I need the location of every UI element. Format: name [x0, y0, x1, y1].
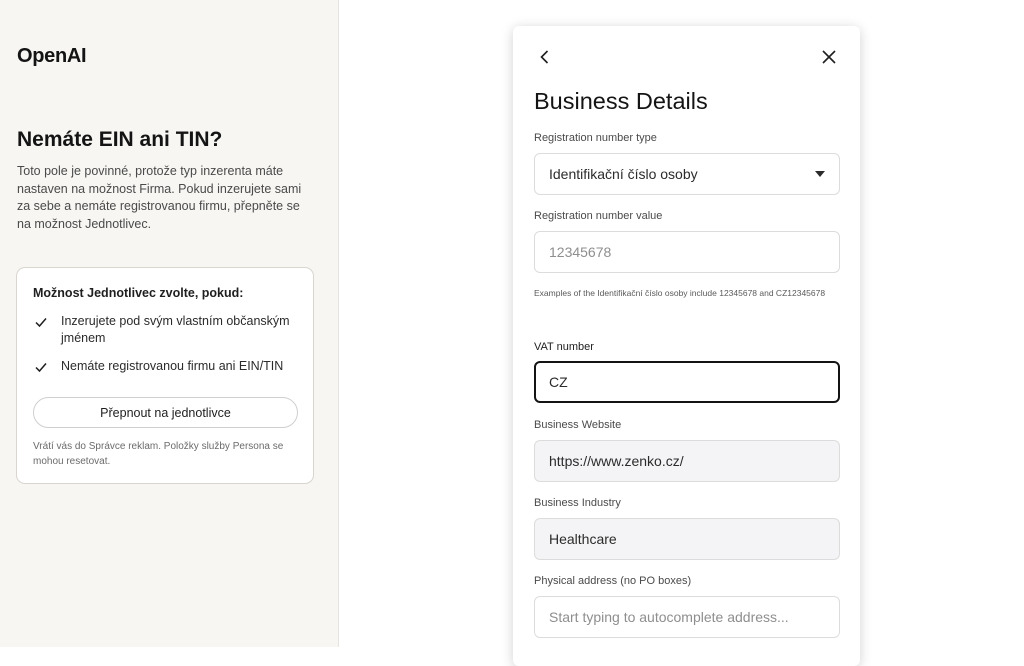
address-input[interactable] [534, 596, 840, 638]
card-bullet: Nemáte registrovanou firmu ani EIN/TIN [33, 358, 293, 375]
card-title: Možnost Jednotlivec zvolte, pokud: [33, 286, 244, 300]
website-input[interactable] [534, 440, 840, 482]
vat-input[interactable] [534, 361, 840, 403]
info-heading: Nemáte EIN ani TIN? [17, 128, 223, 151]
openai-logo: OpenAI [17, 45, 87, 67]
info-description: Toto pole je povinné, protože typ inzere… [17, 164, 302, 231]
reg-helper-text: Examples of the Identifikační číslo osob… [534, 288, 826, 298]
reg-value-label: Registration number value [534, 210, 663, 222]
industry-label: Business Industry [534, 497, 621, 509]
reg-type-select[interactable]: Identifikační číslo osoby [534, 153, 840, 195]
card-note: Vrátí vás do Správce reklam. Položky slu… [33, 441, 284, 467]
industry-input[interactable] [534, 518, 840, 560]
individual-card: Možnost Jednotlivec zvolte, pokud: Inzer… [16, 267, 314, 484]
caret-down-icon [815, 171, 825, 177]
checkmark-icon [35, 363, 47, 373]
card-bullet-text: Nemáte registrovanou firmu ani EIN/TIN [61, 359, 284, 373]
website-label: Business Website [534, 419, 622, 431]
vat-label: VAT number [534, 341, 594, 353]
reg-type-label: Registration number type [534, 132, 657, 144]
card-bullet-text: Inzerujete pod svým vlastním občanským j… [61, 314, 290, 345]
business-details-modal: Business Details Registration number typ… [513, 26, 860, 666]
reg-type-value: Identifikační číslo osoby [549, 166, 698, 182]
reg-value-input[interactable] [534, 231, 840, 273]
address-label: Physical address (no PO boxes) [534, 575, 692, 587]
checkmark-icon [35, 318, 47, 328]
chevron-left-icon[interactable] [533, 45, 557, 69]
switch-to-individual-button[interactable]: Přepnout na jednotlivce [33, 397, 298, 428]
card-bullet: Inzerujete pod svým vlastním občanským j… [33, 313, 293, 347]
close-icon[interactable] [817, 45, 841, 69]
form-title: Business Details [534, 88, 708, 114]
info-panel: OpenAI Nemáte EIN ani TIN? Toto pole je … [0, 0, 339, 647]
